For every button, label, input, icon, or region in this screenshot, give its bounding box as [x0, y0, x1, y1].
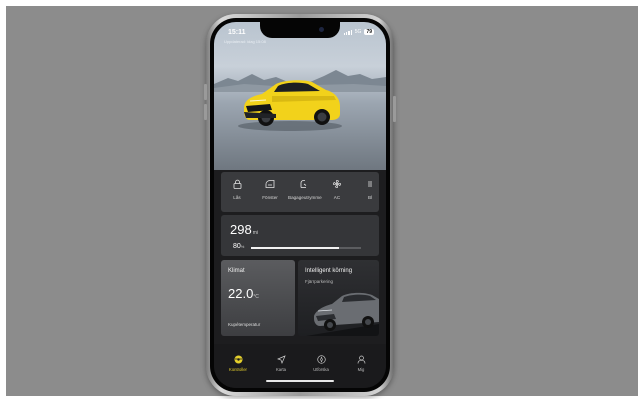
explore-icon	[316, 355, 326, 364]
battery-number: 80	[233, 243, 241, 250]
trunk-control[interactable]: Bagageutrymme	[288, 179, 322, 200]
network-label: 5G	[354, 29, 362, 35]
lock-control[interactable]: Lås	[222, 179, 252, 200]
car-image	[238, 80, 342, 131]
trunk-icon	[300, 179, 307, 188]
window-icon	[265, 180, 275, 188]
steering-wheel-icon	[234, 355, 242, 364]
signal-icon	[344, 29, 352, 35]
parking-car-image	[306, 292, 379, 336]
battery-bar-fill	[251, 247, 339, 249]
tab-kontroller[interactable]: Kontroller	[220, 355, 256, 372]
tab-label-kontroller: Kontroller	[229, 367, 247, 372]
camera-icon	[319, 27, 324, 32]
battery-bar	[251, 247, 361, 249]
climate-card[interactable]: Klimat 22.0°C Kupétemperatur	[221, 260, 295, 336]
tab-karta[interactable]: Karta	[263, 355, 299, 372]
tab-label-mig: Mig	[357, 367, 365, 372]
battery-unit: %	[240, 244, 245, 249]
lights-icon	[368, 181, 372, 187]
tab-label-utforska: Utforska	[313, 367, 329, 372]
window-control[interactable]: Fönster	[255, 179, 285, 200]
power-button	[393, 96, 396, 122]
temperature-value: 22.0	[228, 286, 254, 301]
status-indicators: 5G 79	[344, 29, 374, 35]
navigation-icon	[276, 355, 286, 364]
lock-icon	[233, 179, 241, 189]
fan-icon	[332, 179, 342, 189]
range-number: 298	[230, 222, 252, 237]
lock-label: Lås	[233, 195, 241, 200]
tab-label-karta: Karta	[275, 367, 286, 372]
range-card[interactable]: 298mi 80%	[221, 215, 379, 256]
lights-label: Bl	[367, 195, 373, 200]
quick-controls: Lås Fönster Bagageutrymme AC Bl	[221, 172, 379, 212]
driving-subtitle: Fjärrparkering	[305, 279, 334, 284]
ac-label: AC	[333, 195, 341, 200]
driving-title: Intelligent körning	[305, 268, 353, 274]
tab-mig[interactable]: Mig	[343, 355, 379, 372]
climate-subtitle: Kupétemperatur	[228, 322, 261, 327]
climate-title: Klimat	[228, 268, 245, 274]
home-indicator[interactable]	[266, 380, 334, 382]
temperature-unit: °C	[253, 294, 259, 300]
tab-utforska[interactable]: Utforska	[303, 355, 339, 372]
intelligent-driving-card[interactable]: Intelligent körning Fjärrparkering	[298, 260, 379, 336]
status-time: 15:11	[228, 29, 246, 36]
vehicle-hero[interactable]: 15:11 5G 79 Uppdaterad: idag 15:08	[214, 22, 386, 170]
battery-percentage: 80%	[233, 243, 244, 250]
phone-notch	[260, 22, 340, 38]
lights-control[interactable]: Bl	[355, 179, 385, 200]
window-label: Fönster	[262, 195, 278, 200]
volume-up-button	[204, 84, 207, 100]
trunk-label: Bagageutrymme	[288, 195, 322, 200]
ac-control[interactable]: AC	[322, 179, 352, 200]
person-icon	[357, 355, 365, 364]
app-screen: 15:11 5G 79 Uppdaterad: idag 15:08 Lås F…	[214, 22, 386, 388]
climate-temperature: 22.0°C	[228, 286, 259, 301]
battery-icon: 79	[364, 29, 374, 35]
range-value: 298mi	[230, 222, 258, 237]
update-status: Uppdaterad: idag 15:08	[224, 39, 266, 44]
range-unit: mi	[252, 230, 258, 236]
volume-down-button	[204, 104, 207, 120]
